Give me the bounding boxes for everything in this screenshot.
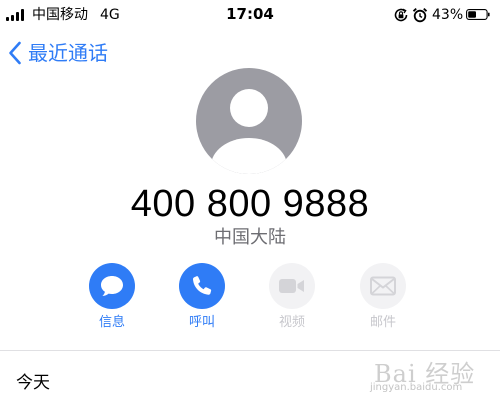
message-button-circle[interactable] — [89, 263, 135, 309]
orientation-lock-icon — [394, 8, 408, 22]
mail-label: 邮件 — [369, 315, 396, 330]
phone-number: 400 800 9888 — [130, 183, 370, 225]
battery-icon — [466, 9, 490, 20]
back-label: 最近通话 — [28, 41, 108, 65]
history-section-title: 今天 — [16, 373, 50, 393]
message-label: 信息 — [98, 315, 125, 330]
mail-envelope-icon — [370, 276, 396, 296]
battery-percent: 43% — [432, 7, 464, 23]
video-label: 视频 — [278, 315, 305, 330]
back-button[interactable]: 最近通话 — [8, 38, 158, 68]
call-label: 呼叫 — [188, 315, 215, 330]
phone-icon — [192, 276, 212, 295]
message-button[interactable]: 信息 — [77, 263, 147, 335]
action-bar: 信息 呼叫 视频 邮件 — [0, 263, 500, 335]
alarm-clock-icon — [412, 7, 428, 23]
chevron-left-icon — [9, 41, 21, 65]
watermark-url: jingyan.baidu.com — [370, 382, 463, 393]
status-bar: 中国移动 4G 17:04 43% — [0, 0, 500, 30]
mail-button-circle[interactable] — [360, 263, 406, 309]
call-button-circle[interactable] — [179, 263, 225, 309]
video-button-circle[interactable] — [269, 263, 315, 309]
video-button[interactable]: 视频 — [257, 263, 327, 335]
message-bubble-icon — [101, 276, 123, 296]
call-button[interactable]: 呼叫 — [167, 263, 237, 335]
contact-avatar-icon — [196, 68, 302, 174]
video-camera-icon — [279, 279, 304, 293]
number-location: 中国大陆 — [214, 227, 286, 248]
baidu-jingyan-watermark: Bai 经验 jingyan.baidu.com — [358, 350, 498, 400]
mail-button[interactable]: 邮件 — [348, 263, 418, 335]
